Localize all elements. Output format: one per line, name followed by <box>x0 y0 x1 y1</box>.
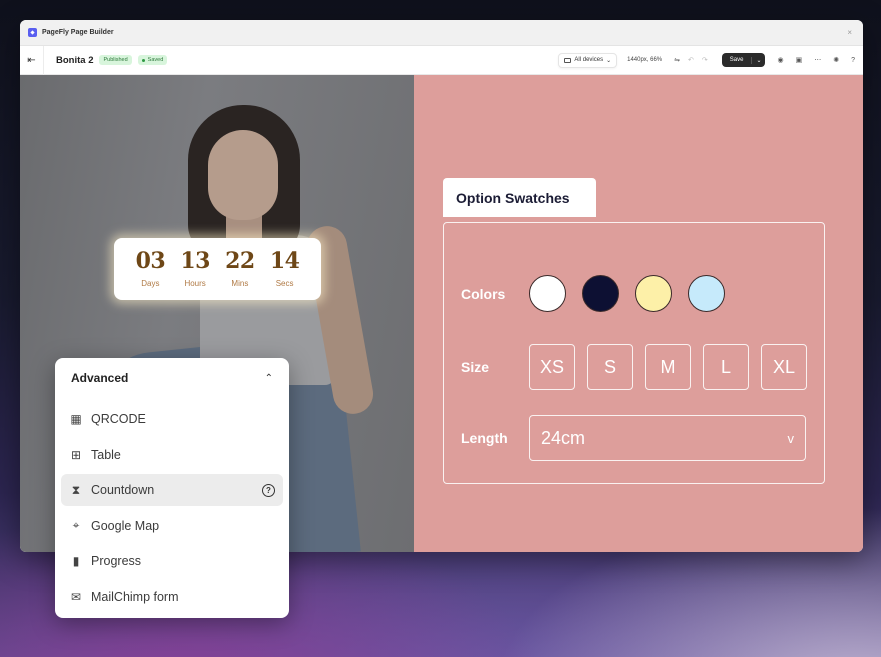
app-title: PageFly Page Builder <box>42 29 114 36</box>
advanced-section-header[interactable]: Advanced ⌃ <box>55 358 289 398</box>
countdown-label: Hours <box>184 279 206 288</box>
size-option-l[interactable]: L <box>703 344 749 390</box>
close-window-button[interactable]: × <box>847 28 852 37</box>
countdown-value: 22 <box>225 248 255 274</box>
length-row: Length 24cm v <box>461 415 806 461</box>
mailbox-icon: ✉ <box>70 589 82 604</box>
option-swatches-tab[interactable]: Option Swatches <box>443 178 596 217</box>
device-select-value: All devices <box>574 57 604 63</box>
element-item-countdown[interactable]: ⧗ Countdown ? <box>61 474 283 506</box>
saved-dot-icon <box>141 58 145 62</box>
countdown-label: Days <box>141 279 160 288</box>
layout-icon[interactable]: ▣ <box>796 56 803 64</box>
model-photo-face <box>208 130 278 220</box>
countdown-value: 14 <box>269 248 300 274</box>
size-option-xs[interactable]: XS <box>529 344 575 390</box>
element-list: ▦ QRCODE ⊞ Table ⧗ Countdown ? ⌖ Google … <box>55 403 289 613</box>
element-item-label: Google Map <box>91 518 160 533</box>
help-icon[interactable]: ? <box>851 57 855 64</box>
color-swatch-navy[interactable] <box>582 275 619 312</box>
element-item-label: Countdown <box>91 483 155 497</box>
chevron-down-icon: v <box>787 430 795 446</box>
option-swatches-section: Option Swatches Colors Size XS S M L XL <box>414 75 863 552</box>
device-select[interactable]: All devices ⌄ <box>558 52 618 68</box>
element-item-table[interactable]: ⊞ Table <box>61 439 283 471</box>
element-item-mailchimp-form[interactable]: ✉ MailChimp form <box>61 581 283 613</box>
published-badge: Published <box>99 55 132 65</box>
saved-badge-label: Saved <box>147 57 164 63</box>
redo-icon[interactable]: ↷ <box>702 56 708 64</box>
size-row: Size XS S M L XL <box>461 344 819 390</box>
toolbar-actions: All devices ⌄ 1440px, 66% ⇋ ↶ ↷ Save ⌄ ◉… <box>558 52 855 68</box>
countdown-timer[interactable]: 03 Days 13 Hours 22 Mins 14 Secs <box>114 238 321 300</box>
element-item-google-map[interactable]: ⌖ Google Map <box>61 510 283 542</box>
length-label: Length <box>461 430 508 446</box>
preview-eye-icon[interactable]: ◉ <box>777 56 783 64</box>
countdown-label: Mins <box>231 279 249 288</box>
element-item-label: Progress <box>91 554 142 568</box>
page-name: Bonita 2 <box>56 54 94 66</box>
length-select[interactable]: 24cm v <box>529 415 806 461</box>
countdown-mins: 22 Mins <box>225 250 255 288</box>
color-swatch-light-blue[interactable] <box>688 275 725 312</box>
title-bar: PageFly Page Builder × <box>20 20 863 46</box>
option-swatches-box: Colors Size XS S M L XL Length 24cm v <box>443 222 825 484</box>
element-item-qrcode[interactable]: ▦ QRCODE <box>61 403 283 435</box>
element-item-progress[interactable]: ▮ Progress <box>61 545 283 577</box>
exit-icon: ⇤ <box>27 54 36 66</box>
countdown-value: 03 <box>135 248 166 274</box>
size-option-xl[interactable]: XL <box>761 344 807 390</box>
published-badge-label: Published <box>103 57 128 63</box>
help-circle-icon[interactable]: ? <box>262 483 275 497</box>
size-label: Size <box>461 359 490 375</box>
viewport-readout: 1440px, 66% <box>627 57 663 63</box>
table-icon: ⊞ <box>70 447 82 462</box>
save-button[interactable]: Save <box>722 57 752 63</box>
saved-badge: Saved <box>137 55 168 65</box>
advanced-elements-panel: Advanced ⌃ ▦ QRCODE ⊞ Table ⧗ Countdown … <box>55 358 289 618</box>
pagefly-logo-icon <box>28 28 37 37</box>
qrcode-icon: ▦ <box>70 412 82 426</box>
countdown-value: 13 <box>180 248 210 274</box>
save-options-chevron-icon[interactable]: ⌄ <box>751 56 765 64</box>
save-button-group: Save ⌄ <box>721 53 766 67</box>
countdown-label: Secs <box>275 279 294 288</box>
chevron-down-icon: ⌄ <box>606 57 612 64</box>
exit-editor-button[interactable]: ⇤ <box>20 45 44 75</box>
chevron-up-icon: ⌃ <box>264 372 273 384</box>
size-option-s[interactable]: S <box>587 344 633 390</box>
monitor-icon <box>564 57 572 63</box>
gear-icon[interactable]: ✺ <box>833 56 839 64</box>
color-swatch-white[interactable] <box>529 275 566 312</box>
map-pin-icon: ⌖ <box>72 518 80 532</box>
element-item-label: MailChimp form <box>91 589 179 604</box>
size-option-m[interactable]: M <box>645 344 691 390</box>
length-select-value: 24cm <box>541 427 586 448</box>
colors-row: Colors <box>461 275 741 312</box>
countdown-secs: 14 Secs <box>270 250 300 288</box>
undo-icon[interactable]: ↶ <box>688 56 694 64</box>
sliders-icon[interactable]: ⇋ <box>674 56 680 64</box>
element-item-label: QRCODE <box>91 412 146 426</box>
color-swatch-yellow[interactable] <box>635 275 672 312</box>
element-item-label: Table <box>91 447 121 462</box>
editor-toolbar: ⇤ Bonita 2 Published Saved All devices ⌄… <box>20 45 863 75</box>
colors-label: Colors <box>461 285 506 302</box>
bar-chart-icon: ▮ <box>72 554 80 568</box>
panel-title: Advanced <box>71 371 129 385</box>
countdown-hours: 13 Hours <box>180 250 210 288</box>
countdown-days: 03 Days <box>136 250 166 288</box>
hourglass-icon: ⧗ <box>71 482 81 497</box>
more-icon[interactable]: ⋯ <box>814 56 821 64</box>
